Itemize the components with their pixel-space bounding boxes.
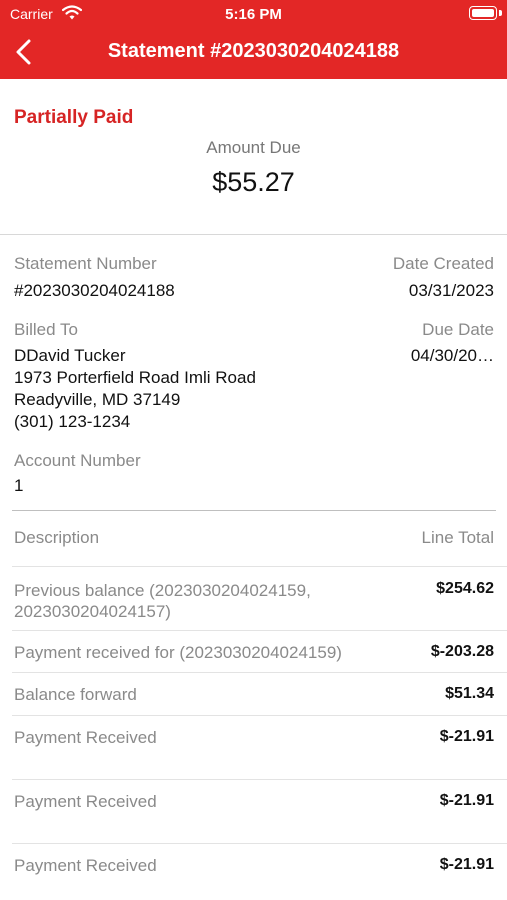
account-number-label: Account Number	[14, 451, 141, 470]
due-date-label: Due Date	[422, 320, 494, 339]
battery-nub	[499, 10, 502, 16]
battery-icon	[469, 6, 497, 20]
row-divider	[12, 843, 507, 844]
statement-number-value: #2023030204024188	[14, 281, 175, 300]
line-total: $51.34	[445, 685, 494, 702]
nav-header: Carrier 5:16 PM Statement #2023030204024…	[0, 0, 507, 79]
row-divider	[12, 715, 507, 716]
row-divider	[12, 779, 507, 780]
date-created-label: Date Created	[392, 254, 494, 273]
statement-summary: Partially Paid Amount Due $55.27	[0, 79, 507, 235]
line-description: Previous balance (2023030204024159, 2023…	[14, 581, 311, 621]
due-date-value: 04/30/20…	[410, 346, 494, 365]
line-total-column-header: Line Total	[421, 528, 494, 547]
line-description: Payment Received	[14, 856, 157, 875]
page-title: Statement #2023030204024188	[107, 40, 400, 62]
billed-to-street: 1973 Porterfield Road Imli Road	[14, 368, 256, 387]
row-divider	[12, 630, 507, 631]
row-divider	[12, 566, 507, 567]
billed-to-phone: (301) 123-1234	[14, 412, 131, 431]
line-total: $-21.91	[439, 792, 494, 809]
line-total: $254.62	[436, 580, 494, 597]
section-divider	[12, 510, 496, 511]
date-created-value: 03/31/2023	[408, 281, 494, 300]
row-divider	[12, 672, 507, 673]
status-badge: Partially Paid	[14, 107, 134, 128]
amount-due-label: Amount Due	[206, 138, 301, 157]
statement-number-label: Statement Number	[14, 254, 157, 273]
amount-due-value: $55.27	[212, 167, 295, 197]
description-column-header: Description	[14, 528, 100, 547]
line-description: Payment received for (2023030204024159)	[14, 643, 342, 662]
status-bar: Carrier 5:16 PM	[0, 0, 507, 28]
billed-to-city: Readyville, MD 37149	[14, 390, 181, 409]
status-time: 5:16 PM	[225, 6, 282, 23]
line-total: $-21.91	[439, 728, 494, 745]
line-total: $-21.91	[439, 856, 494, 873]
account-number-value: 1	[14, 476, 24, 495]
billed-to-name: DDavid Tucker	[14, 346, 126, 365]
line-total: $-203.28	[430, 643, 494, 660]
line-description: Payment Received	[14, 792, 157, 811]
line-description: Balance forward	[14, 685, 137, 704]
line-description: Payment Received	[14, 728, 157, 747]
billed-to-label: Billed To	[14, 320, 78, 339]
